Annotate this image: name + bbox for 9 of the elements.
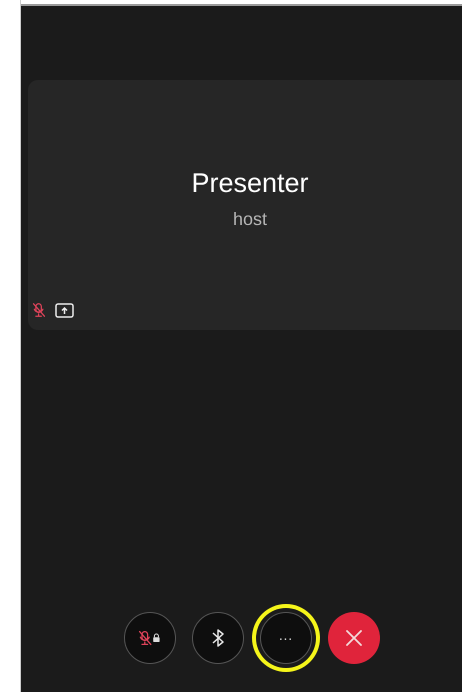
muted-mic-icon (32, 302, 46, 318)
participant-role: host (232, 208, 268, 232)
participant-name: Presenter (191, 166, 309, 200)
close-icon (344, 629, 362, 647)
end-call-button[interactable] (328, 612, 380, 664)
mute-button[interactable] (124, 612, 176, 664)
bluetooth-button[interactable] (192, 612, 244, 664)
muted-mic-lock-icon (138, 630, 162, 646)
bluetooth-icon (212, 628, 224, 648)
